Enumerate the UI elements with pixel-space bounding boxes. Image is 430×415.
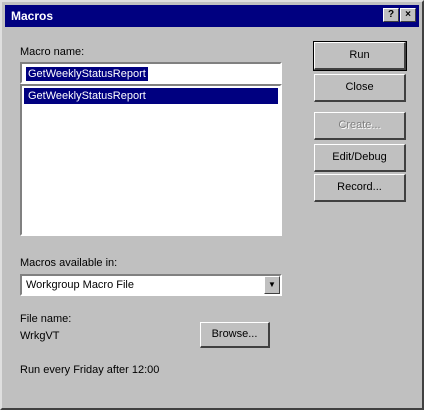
- create-button[interactable]: Create...: [314, 112, 406, 140]
- macros-available-value: Workgroup Macro File: [26, 279, 134, 291]
- macro-listbox[interactable]: GetWeeklyStatusReport: [20, 84, 282, 236]
- run-button[interactable]: Run: [313, 41, 407, 71]
- record-button[interactable]: Record...: [314, 174, 406, 202]
- chevron-down-icon[interactable]: ▼: [264, 276, 280, 294]
- macros-dialog: Macros ? × Macro name: GetWeeklyStatusRe…: [0, 0, 424, 410]
- dialog-title: Macros: [11, 9, 54, 23]
- title-bar: Macros ? ×: [5, 5, 419, 27]
- file-name-value: WrkgVT: [20, 330, 60, 342]
- macro-name-input[interactable]: GetWeeklyStatusReport: [20, 62, 282, 84]
- macro-description: Run every Friday after 12:00: [20, 364, 160, 376]
- close-icon[interactable]: ×: [400, 8, 416, 22]
- file-name-label: File name:: [20, 313, 72, 325]
- macros-available-select[interactable]: Workgroup Macro File ▼: [20, 274, 282, 296]
- list-item[interactable]: GetWeeklyStatusReport: [24, 88, 278, 104]
- browse-button[interactable]: Browse...: [200, 322, 270, 348]
- macro-name-label-text: Macro name:: [20, 46, 85, 58]
- close-button[interactable]: Close: [314, 74, 406, 102]
- macro-name-value: GetWeeklyStatusReport: [26, 67, 148, 81]
- help-button[interactable]: ?: [383, 8, 399, 22]
- macros-available-label: Macros available in:: [20, 257, 118, 269]
- edit-debug-button[interactable]: Edit/Debug: [314, 144, 406, 172]
- macro-name-label: Macro name:: [20, 46, 84, 58]
